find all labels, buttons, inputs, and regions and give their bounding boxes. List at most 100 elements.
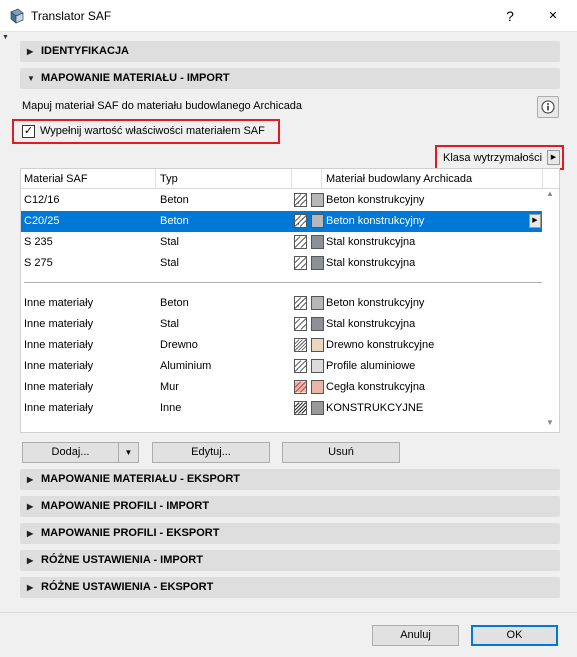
building-material-cell: Profile aluminiowe (326, 360, 416, 372)
table-header: Materiał SAF Typ Materiał budowlany Arch… (21, 169, 559, 189)
fill-property-checkbox[interactable]: ✓ (22, 125, 35, 138)
ok-button[interactable]: OK (471, 625, 558, 646)
section-title: MAPOWANIE PROFILI - EKSPORT (41, 527, 220, 539)
section-title: MAPOWANIE MATERIAŁU - EKSPORT (41, 473, 241, 485)
collapse-marker-icon: ▼ (2, 34, 9, 41)
material-pattern-icon (294, 235, 307, 249)
type-cell: Drewno (160, 339, 198, 351)
app-icon (10, 8, 24, 24)
close-icon: ✕ (548, 10, 558, 22)
row-menu-arrow-icon[interactable]: ▶ (529, 214, 541, 228)
section-title: IDENTYFIKACJA (41, 45, 130, 57)
add-menu-button[interactable]: ▼ (118, 442, 139, 463)
material-color-swatch (311, 317, 324, 331)
section-profile-export[interactable]: ▶ MAPOWANIE PROFILI - EKSPORT (20, 523, 560, 544)
mapping-description: Mapuj materiał SAF do materiału budowlan… (22, 100, 303, 112)
section-material-import[interactable]: ▼ MAPOWANIE MATERIAŁU - IMPORT (20, 68, 560, 89)
section-misc-import[interactable]: ▶ RÓŻNE USTAWIENIA - IMPORT (20, 550, 560, 571)
expand-arrow-icon: ▶ (27, 502, 34, 511)
material-pattern-icon (294, 401, 307, 415)
expand-arrow-icon: ▶ (27, 529, 34, 538)
scroll-up-icon[interactable]: ▲ (546, 189, 554, 198)
table-row[interactable]: C20/25 Beton Beton konstrukcyjny ▶ (21, 211, 542, 232)
material-pattern-icon (294, 380, 307, 394)
table-row[interactable]: Inne materiały Mur Cegła konstrukcyjna (21, 377, 542, 398)
column-header-building-material[interactable]: Materiał budowlany Archicada (326, 173, 472, 185)
table-row[interactable]: Inne materiały Inne KONSTRUKCYJNE (21, 398, 542, 419)
close-button[interactable]: ✕ (538, 4, 568, 28)
material-color-swatch (311, 296, 324, 310)
column-header-saf-material[interactable]: Materiał SAF (24, 173, 88, 185)
fill-property-label: Wypełnij wartość właściwości materiałem … (40, 125, 265, 137)
title-bar: Translator SAF ? ✕ (0, 0, 577, 32)
type-cell: Beton (160, 215, 189, 227)
building-material-cell: Stal konstrukcyjna (326, 236, 416, 248)
building-material-cell: Beton konstrukcyjny (326, 297, 425, 309)
section-title: MAPOWANIE PROFILI - IMPORT (41, 500, 210, 512)
table-row[interactable]: Inne materiały Drewno Drewno konstrukcyjne (21, 335, 542, 356)
saf-material-cell: Inne materiały (24, 402, 94, 414)
building-material-cell: Drewno konstrukcyjne (326, 339, 435, 351)
material-color-swatch (311, 380, 324, 394)
expand-arrow-icon: ▶ (27, 583, 34, 592)
section-identyfikacja[interactable]: ▶ IDENTYFIKACJA (20, 41, 560, 62)
building-material-cell: Beton konstrukcyjny (326, 215, 425, 227)
edit-button[interactable]: Edytuj... (152, 442, 270, 463)
building-material-cell: Stal konstrukcyjna (326, 318, 416, 330)
material-pattern-icon (294, 256, 307, 270)
section-profile-import[interactable]: ▶ MAPOWANIE PROFILI - IMPORT (20, 496, 560, 517)
material-pattern-icon (294, 359, 307, 373)
table-row[interactable]: Inne materiały Beton Beton konstrukcyjny (21, 293, 542, 314)
cancel-button[interactable]: Anuluj (372, 625, 459, 646)
section-title: RÓŻNE USTAWIENIA - EKSPORT (41, 581, 214, 593)
saf-material-cell: Inne materiały (24, 318, 94, 330)
scroll-down-icon[interactable]: ▼ (546, 418, 554, 427)
column-divider (291, 169, 292, 189)
column-divider (542, 169, 543, 189)
material-color-swatch (311, 338, 324, 352)
table-row[interactable]: C12/16 Beton Beton konstrukcyjny (21, 190, 542, 211)
expand-arrow-icon: ▶ (27, 47, 34, 56)
material-color-swatch (311, 359, 324, 373)
table-row[interactable]: S 275 Stal Stal konstrukcyjna (21, 253, 542, 274)
section-material-export[interactable]: ▶ MAPOWANIE MATERIAŁU - EKSPORT (20, 469, 560, 490)
column-header-type[interactable]: Typ (160, 173, 178, 185)
type-cell: Stal (160, 236, 179, 248)
row-separator (24, 282, 542, 283)
material-color-swatch (311, 193, 324, 207)
section-title: MAPOWANIE MATERIAŁU - IMPORT (41, 72, 230, 84)
strength-class-button[interactable]: Klasa wytrzymałości ▶ (435, 145, 564, 170)
material-pattern-icon (294, 214, 307, 228)
building-material-cell: KONSTRUKCYJNE (326, 402, 424, 414)
table-row[interactable]: S 235 Stal Stal konstrukcyjna (21, 232, 542, 253)
info-button[interactable] (537, 96, 559, 118)
saf-material-cell: Inne materiały (24, 381, 94, 393)
info-icon (541, 100, 555, 114)
table-row[interactable]: Inne materiały Stal Stal konstrukcyjna (21, 314, 542, 335)
strength-class-label: Klasa wytrzymałości (443, 152, 543, 164)
building-material-cell: Beton konstrukcyjny (326, 194, 425, 206)
material-color-swatch (311, 214, 324, 228)
material-color-swatch (311, 256, 324, 270)
table-row[interactable]: Inne materiały Aluminium Profile aluminiow… (21, 356, 542, 377)
type-cell: Aluminium (160, 360, 212, 372)
column-divider (321, 169, 322, 189)
building-material-cell: Cegła konstrukcyjna (326, 381, 426, 393)
right-arrow-icon: ▶ (547, 150, 560, 165)
add-button[interactable]: Dodaj... (22, 442, 119, 463)
material-color-swatch (311, 235, 324, 249)
type-cell: Beton (160, 297, 189, 309)
column-divider (155, 169, 156, 189)
material-pattern-icon (294, 317, 307, 331)
building-material-cell: Stal konstrukcyjna (326, 257, 416, 269)
material-pattern-icon (294, 338, 307, 352)
material-pattern-icon (294, 193, 307, 207)
saf-material-cell: S 275 (24, 257, 53, 269)
help-button[interactable]: ? (496, 4, 524, 28)
delete-button[interactable]: Usuń (282, 442, 400, 463)
section-misc-export[interactable]: ▶ RÓŻNE USTAWIENIA - EKSPORT (20, 577, 560, 598)
expand-arrow-icon: ▶ (27, 475, 34, 484)
saf-material-cell: S 235 (24, 236, 53, 248)
type-cell: Inne (160, 402, 182, 414)
saf-material-cell: Inne materiały (24, 339, 94, 351)
